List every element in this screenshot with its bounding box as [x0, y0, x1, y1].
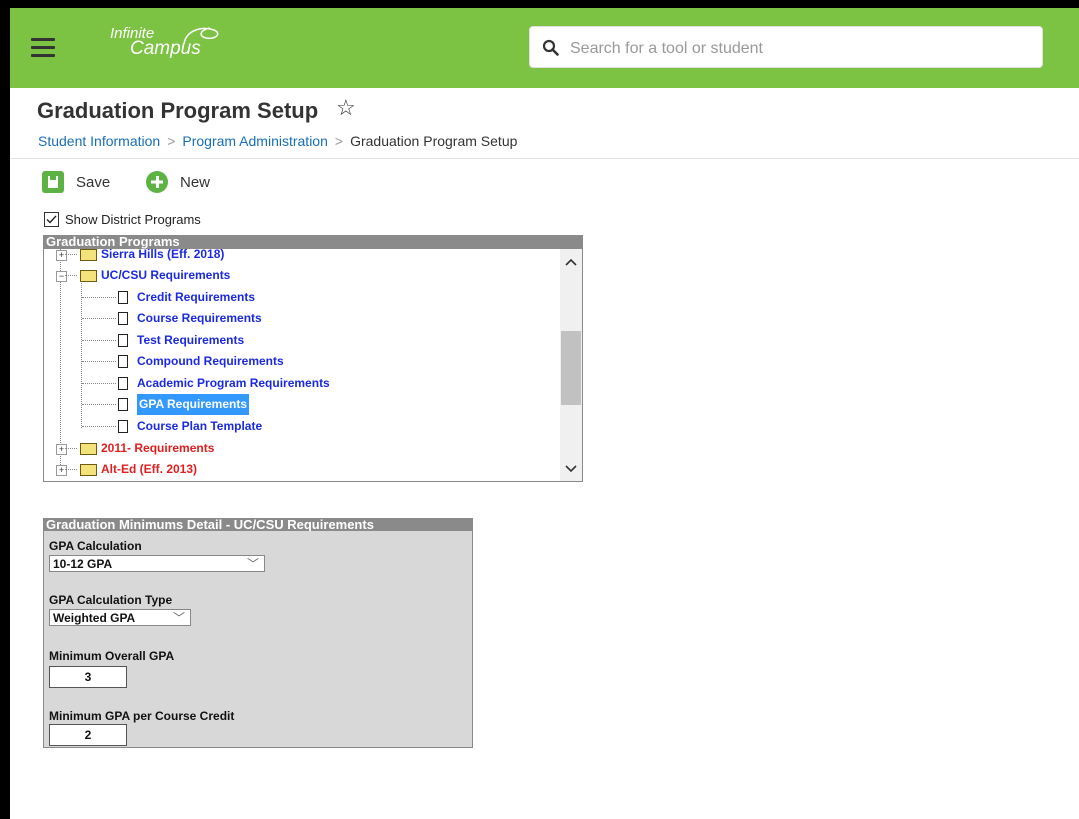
- save-button[interactable]: Save: [42, 171, 110, 193]
- tree-label: Credit Requirements: [137, 290, 256, 304]
- tree-label: Compound Requirements: [137, 354, 284, 368]
- tree-item-compound-requirements[interactable]: Compound Requirements: [44, 351, 284, 372]
- breadcrumb-student-information[interactable]: Student Information: [38, 133, 160, 149]
- tree-label: Course Requirements: [137, 311, 262, 325]
- gpa-calculation-label: GPA Calculation: [49, 539, 142, 553]
- tree-folder-2011-requirements[interactable]: + 2011- Requirements: [44, 438, 214, 459]
- tree-item-course-plan-template[interactable]: Course Plan Template: [44, 416, 262, 437]
- collapse-icon[interactable]: −: [56, 271, 67, 282]
- minimum-gpa-per-credit-label: Minimum GPA per Course Credit: [49, 709, 235, 723]
- detail-panel-header: Graduation Minimums Detail - UC/CSU Requ…: [43, 518, 473, 532]
- tree-item-test-requirements[interactable]: Test Requirements: [44, 330, 244, 351]
- tree-item-gpa-requirements[interactable]: GPA Requirements: [44, 394, 250, 415]
- gpa-calculation-type-label: GPA Calculation Type: [49, 593, 173, 607]
- breadcrumb: Student Information > Program Administrati…: [38, 133, 517, 149]
- tree-label: 2011- Requirements: [101, 441, 215, 455]
- search-icon: [542, 39, 559, 56]
- save-icon: [42, 171, 64, 193]
- tree-label-selected: GPA Requirements: [137, 394, 250, 415]
- tree-folder-alt-ed[interactable]: + Alt-Ed (Eff. 2013): [44, 459, 197, 480]
- scrollbar-thumb[interactable]: [561, 331, 581, 405]
- gpa-calculation-value: 10-12 GPA: [53, 557, 113, 571]
- tree-label: Course Plan Template: [137, 419, 263, 433]
- document-icon: [118, 398, 128, 411]
- document-icon: [118, 377, 128, 390]
- new-button[interactable]: New: [146, 171, 210, 193]
- tree-item-course-requirements[interactable]: Course Requirements: [44, 308, 262, 329]
- chevron-down-icon: ﹀: [172, 611, 185, 625]
- search-input[interactable]: [568, 37, 1032, 61]
- logo-swoosh-icon: [183, 27, 219, 45]
- expand-icon[interactable]: +: [56, 250, 67, 261]
- tree-label: Test Requirements: [137, 333, 245, 347]
- tree-label: UC/CSU Requirements: [101, 268, 231, 282]
- tree-folder-sierra-hills[interactable]: + Sierra Hills (Eff. 2018): [44, 249, 224, 265]
- chevron-down-icon: ﹀: [246, 557, 259, 571]
- gpa-calculation-select[interactable]: 10-12 GPA ﹀: [49, 555, 265, 572]
- folder-icon: [80, 442, 97, 455]
- search-box[interactable]: [529, 26, 1043, 68]
- tree-item-academic-program-requirements[interactable]: Academic Program Requirements: [44, 373, 330, 394]
- folder-icon: [80, 463, 97, 476]
- breadcrumb-program-administration[interactable]: Program Administration: [182, 133, 328, 149]
- expand-icon[interactable]: +: [56, 444, 67, 455]
- document-icon: [118, 291, 128, 304]
- tree-label: Alt-Ed (Eff. 2013): [101, 462, 198, 476]
- document-icon: [118, 334, 128, 347]
- open-folder-icon: [80, 269, 97, 282]
- tree-folder-uc-csu[interactable]: − UC/CSU Requirements: [44, 265, 230, 286]
- document-icon: [118, 355, 128, 368]
- menu-icon[interactable]: [31, 38, 55, 58]
- favorite-star-icon[interactable]: ☆: [336, 95, 356, 121]
- breadcrumb-current: Graduation Program Setup: [350, 133, 518, 149]
- logo[interactable]: Infinite Campus: [110, 26, 219, 58]
- checkmark-icon: [46, 215, 57, 224]
- minimum-overall-gpa-label: Minimum Overall GPA: [49, 649, 175, 663]
- minimum-overall-gpa-input[interactable]: 3: [49, 666, 127, 688]
- show-district-programs-label: Show District Programs: [65, 212, 201, 227]
- document-icon: [118, 420, 128, 433]
- page-title: Graduation Program Setup: [37, 98, 319, 123]
- gpa-calculation-type-value: Weighted GPA: [53, 611, 136, 625]
- tree-label: Academic Program Requirements: [137, 376, 330, 390]
- gpa-calculation-type-select[interactable]: Weighted GPA ﹀: [49, 609, 191, 626]
- plus-icon: [146, 171, 168, 193]
- folder-icon: [80, 249, 97, 261]
- tree-label: Sierra Hills (Eff. 2018): [101, 249, 225, 261]
- checkbox-box[interactable]: [44, 212, 59, 227]
- chevron-right-icon: >: [167, 133, 176, 149]
- divider: [10, 158, 1079, 159]
- expand-icon[interactable]: +: [56, 465, 67, 476]
- show-district-programs-checkbox[interactable]: Show District Programs: [44, 212, 201, 227]
- new-label: New: [180, 173, 211, 191]
- minimum-gpa-per-credit-input[interactable]: 2: [49, 724, 127, 746]
- save-label: Save: [76, 173, 111, 191]
- chevron-right-icon: >: [334, 133, 344, 149]
- detail-panel: GPA Calculation 10-12 GPA ﹀ GPA Calculat…: [43, 531, 473, 748]
- tree-item-credit-requirements[interactable]: Credit Requirements: [44, 287, 255, 308]
- programs-tree: + Sierra Hills (Eff. 2018) − UC/CSU Requ…: [43, 249, 583, 482]
- programs-panel-header: Graduation Programs: [43, 235, 583, 249]
- document-icon: [118, 312, 128, 325]
